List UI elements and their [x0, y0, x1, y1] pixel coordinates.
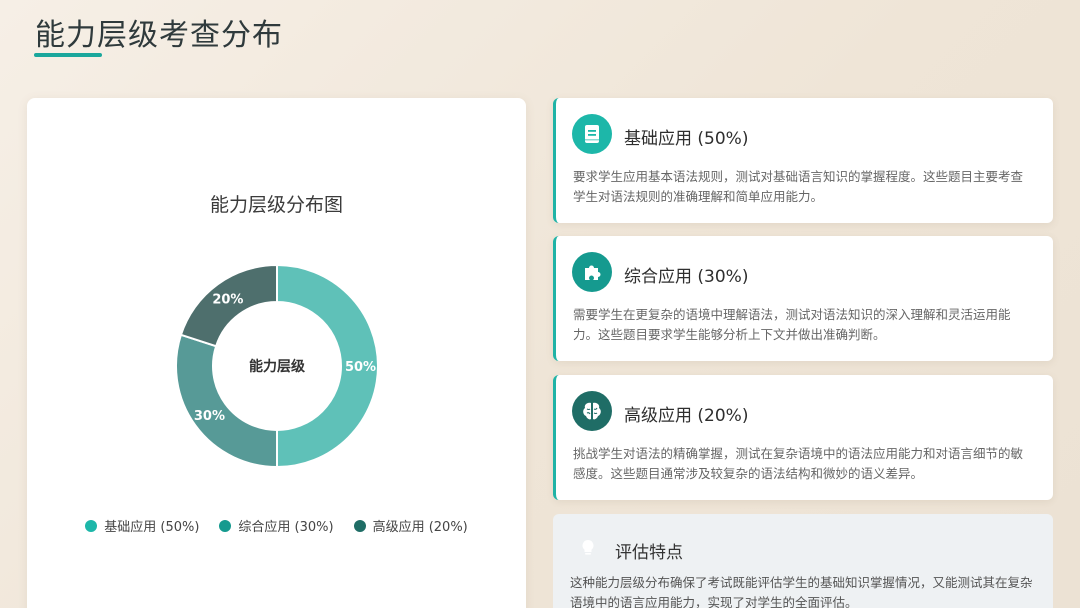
donut-chart: 50% 30% 20% 能力层级	[175, 263, 379, 469]
legend-item-comprehensive[interactable]: 综合应用 (30%)	[219, 516, 334, 535]
legend-swatch	[353, 519, 366, 532]
puzzle-icon	[572, 252, 612, 292]
legend-label: 综合应用 (30%)	[238, 520, 334, 535]
card-description: 要求学生应用基本语法规则，测试对基础语言知识的掌握程度。这些题目主要考查学生对语…	[573, 169, 1024, 204]
legend-swatch	[85, 519, 98, 532]
card-basic-application: 基础应用 (50%) 要求学生应用基本语法规则，测试对基础语言知识的掌握程度。这…	[553, 98, 1053, 223]
legend-swatch	[219, 519, 232, 532]
title-underline	[34, 53, 102, 57]
summary-description: 这种能力层级分布确保了考试既能评估学生的基础知识掌握情况，又能测试其在复杂语境中…	[570, 575, 1033, 608]
slice-value-label: 20%	[212, 292, 243, 307]
lightbulb-icon	[582, 540, 594, 555]
card-advanced-application: 高级应用 (20%) 挑战学生对语法的精确掌握，测试在复杂语境中的语法应用能力和…	[553, 375, 1053, 500]
card-title: 高级应用 (20%)	[624, 406, 749, 426]
card-title: 综合应用 (30%)	[624, 267, 749, 287]
brain-icon	[572, 391, 612, 431]
card-description: 挑战学生对语法的精确掌握，测试在复杂语境中的语法应用能力和对语言细节的敏感度。这…	[573, 446, 1024, 481]
summary-title: 评估特点	[615, 543, 683, 563]
slice-value-label: 30%	[194, 409, 225, 424]
card-title: 基础应用 (50%)	[624, 129, 749, 149]
chart-card: 能力层级分布图 50% 30% 20% 能力层级 基础应用 (50%) 综合应用 (3…	[27, 98, 526, 608]
card-description: 需要学生在更复杂的语境中理解语法，测试对语法知识的深入理解和灵活运用能力。这些题…	[573, 307, 1011, 342]
legend-item-basic[interactable]: 基础应用 (50%)	[85, 516, 199, 535]
legend-label: 基础应用 (50%)	[104, 520, 200, 535]
legend-item-advanced[interactable]: 高级应用 (20%)	[353, 516, 468, 535]
legend-label: 高级应用 (20%)	[372, 520, 468, 535]
slice-value-label: 50%	[345, 360, 376, 375]
donut-center-label: 能力层级	[249, 358, 306, 375]
book-icon	[572, 114, 612, 154]
page-title: 能力层级考查分布	[35, 18, 283, 53]
chart-legend: 基础应用 (50%) 综合应用 (30%) 高级应用 (20%)	[27, 516, 526, 535]
slice-comprehensive[interactable]	[175, 333, 278, 469]
summary-card: 评估特点 这种能力层级分布确保了考试既能评估学生的基础知识掌握情况，又能测试其在…	[553, 514, 1053, 608]
card-comprehensive-application: 综合应用 (30%) 需要学生在更复杂的语境中理解语法，测试对语法知识的深入理解…	[553, 236, 1053, 361]
